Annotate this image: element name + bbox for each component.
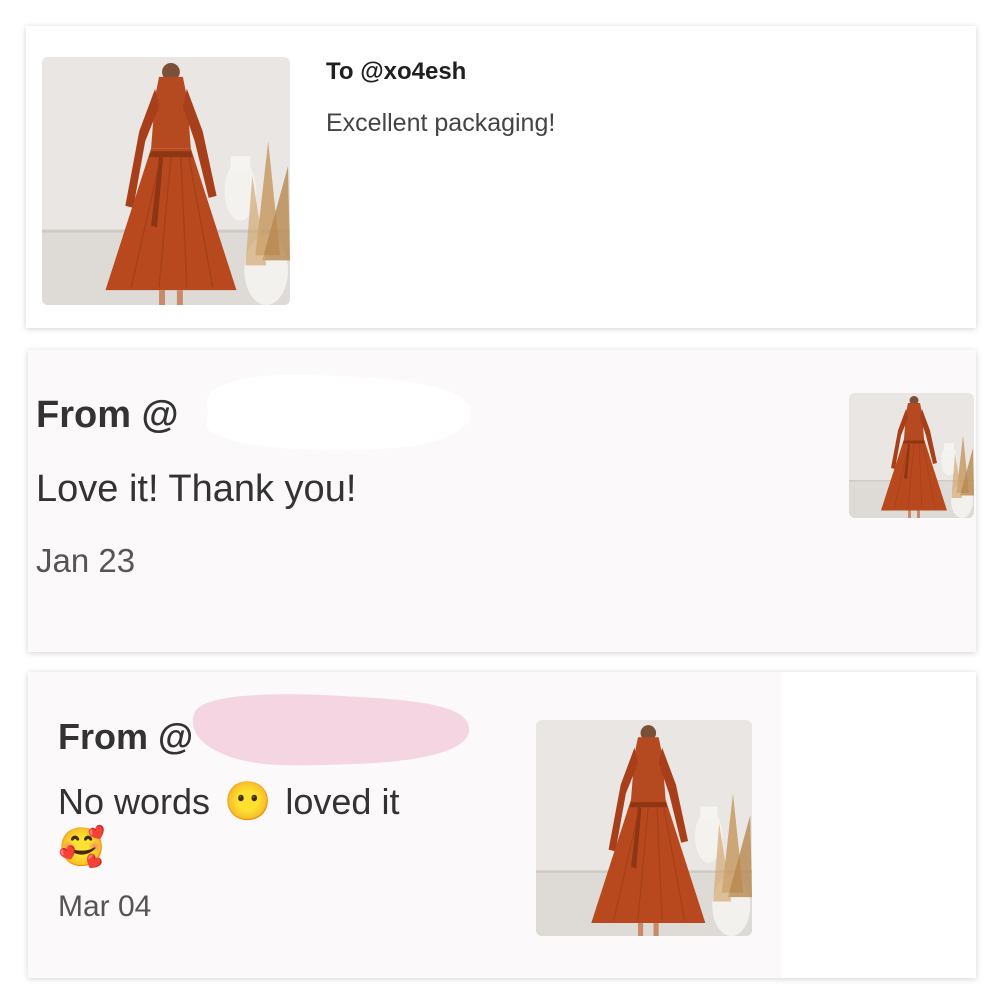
username-redaction bbox=[206, 374, 472, 451]
sender-heading: From @ bbox=[36, 394, 179, 436]
sender-heading: From @ bbox=[58, 716, 194, 757]
review-card-to: To @xo4esh Excellent packaging! bbox=[26, 26, 976, 328]
review-date: Mar 04 bbox=[58, 890, 152, 923]
review-message: Love it! Thank you! bbox=[36, 468, 357, 510]
review-message: Excellent packaging! bbox=[326, 109, 556, 137]
smiling-face-with-hearts-emoji: 🥰 bbox=[58, 827, 106, 869]
username-redaction bbox=[192, 694, 470, 766]
product-photo[interactable] bbox=[42, 57, 290, 305]
review-card-from: From @ No words 😶 loved it 🥰 Mar 04 bbox=[28, 672, 976, 978]
review-date: Jan 23 bbox=[36, 542, 136, 579]
review-message: No words 😶 loved it bbox=[58, 780, 399, 824]
recipient-heading: To @xo4esh bbox=[326, 58, 467, 85]
review-message-part2: loved it bbox=[285, 781, 400, 822]
review-message-part1: No words bbox=[58, 781, 211, 822]
product-photo[interactable] bbox=[536, 720, 752, 936]
review-card-from: From @ Love it! Thank you! Jan 23 bbox=[28, 350, 976, 652]
no-mouth-face-emoji: 😶 bbox=[224, 781, 272, 823]
product-photo-thumbnail[interactable] bbox=[849, 393, 974, 518]
